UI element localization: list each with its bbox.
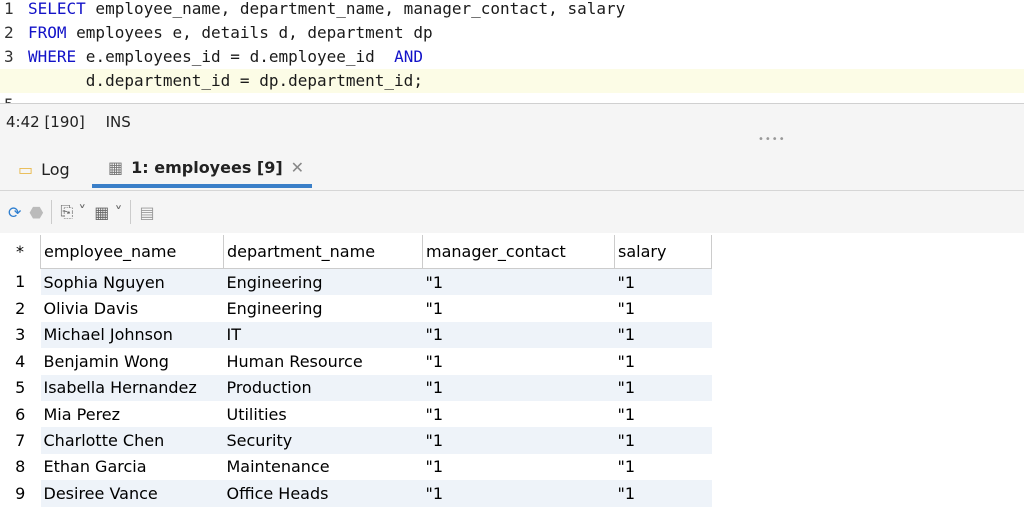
code-line[interactable]: 5 — [0, 93, 1024, 104]
table-cell[interactable]: Security — [224, 427, 423, 453]
table-cell[interactable]: Maintenance — [224, 454, 423, 480]
table-cell[interactable]: Benjamin Wong — [41, 348, 224, 374]
table-cell[interactable]: Sophia Nguyen — [41, 269, 224, 296]
log-icon: ▭ — [18, 155, 33, 185]
results-grid: *employee_namedepartment_namemanager_con… — [0, 235, 1024, 507]
column-header[interactable]: employee_name — [41, 235, 224, 269]
stop-icon[interactable]: ⬣ — [29, 203, 43, 222]
table-cell[interactable]: "1 — [615, 295, 712, 321]
table-row[interactable]: 8Ethan GarciaMaintenance"1"1 — [0, 454, 712, 480]
table-cell[interactable]: "1 — [423, 454, 615, 480]
table-row[interactable]: 4Benjamin WongHuman Resource"1"1 — [0, 348, 712, 374]
table-cell[interactable]: "1 — [423, 322, 615, 348]
table-cell[interactable]: "1 — [615, 322, 712, 348]
code-line[interactable]: 2FROM employees e, details d, department… — [0, 21, 1024, 45]
results-toolbar: ⟳ ⬣ ⎘ ˅ ▦ ˅ ▤ — [0, 191, 1024, 233]
row-number[interactable]: 9 — [0, 480, 41, 506]
table-cell[interactable]: Engineering — [224, 295, 423, 321]
export-icon[interactable]: ⎘ ˅ — [60, 202, 86, 222]
column-header[interactable]: manager_contact — [423, 235, 615, 269]
cursor-position: 4:42 [190] — [6, 113, 85, 131]
row-number[interactable]: 7 — [0, 427, 41, 453]
sql-keyword: WHERE — [28, 47, 76, 66]
sql-keyword: SELECT — [28, 0, 86, 18]
row-number[interactable]: 6 — [0, 401, 41, 427]
row-number[interactable]: 3 — [0, 322, 41, 348]
table-cell[interactable]: "1 — [615, 375, 712, 401]
row-number[interactable]: 4 — [0, 348, 41, 374]
column-header[interactable]: department_name — [224, 235, 423, 269]
sql-keyword: AND — [394, 47, 423, 66]
code-text: employee_name, department_name, manager_… — [86, 0, 625, 18]
table-cell[interactable]: "1 — [615, 401, 712, 427]
table-cell[interactable]: Mia Perez — [41, 401, 224, 427]
refresh-icon[interactable]: ⟳ — [8, 203, 21, 222]
tab-employees[interactable]: ▦ 1: employees [9] ✕ — [92, 152, 312, 188]
sql-editor[interactable]: 1SELECT employee_name, department_name, … — [0, 0, 1024, 104]
table-cell[interactable]: Ethan Garcia — [41, 454, 224, 480]
table-cell[interactable]: "1 — [615, 454, 712, 480]
table-cell[interactable]: "1 — [615, 427, 712, 453]
table-row[interactable]: 9Desiree VanceOffice Heads"1"1 — [0, 480, 712, 506]
view-grid-icon[interactable]: ▦ ˅ — [94, 203, 122, 222]
close-icon[interactable]: ✕ — [291, 153, 304, 183]
table-cell[interactable]: Human Resource — [224, 348, 423, 374]
insert-mode: INS — [106, 113, 131, 131]
table-cell[interactable]: "1 — [423, 269, 615, 296]
table-cell[interactable]: "1 — [423, 348, 615, 374]
table-cell[interactable]: Desiree Vance — [41, 480, 224, 506]
table-cell[interactable]: Office Heads — [224, 480, 423, 506]
table-cell[interactable]: Utilities — [224, 401, 423, 427]
table-cell[interactable]: Production — [224, 375, 423, 401]
table-cell[interactable]: Isabella Hernandez — [41, 375, 224, 401]
divider — [51, 200, 52, 224]
row-number[interactable]: 1 — [0, 269, 41, 296]
column-header[interactable]: salary — [615, 235, 712, 269]
code-line[interactable]: 3WHERE e.employees_id = d.employee_id AN… — [0, 45, 1024, 69]
table-row[interactable]: 6Mia PerezUtilities"1"1 — [0, 401, 712, 427]
table-row[interactable]: 2Olivia DavisEngineering"1"1 — [0, 295, 712, 321]
code-text: d.department_id = dp.department_id; — [28, 71, 423, 90]
table-cell[interactable]: "1 — [615, 480, 712, 506]
code-text: employees e, details d, department dp — [67, 23, 433, 42]
table-cell[interactable]: "1 — [423, 427, 615, 453]
row-number[interactable]: 5 — [0, 375, 41, 401]
table-cell[interactable]: "1 — [615, 348, 712, 374]
table-icon: ▦ — [108, 153, 123, 183]
table-cell[interactable]: Olivia Davis — [41, 295, 224, 321]
table-cell[interactable]: Engineering — [224, 269, 423, 296]
table-cell[interactable]: "1 — [423, 375, 615, 401]
table-cell[interactable]: "1 — [423, 401, 615, 427]
code-line[interactable]: 1SELECT employee_name, department_name, … — [0, 0, 1024, 21]
calculator-icon[interactable]: ▤ — [139, 203, 154, 222]
table-cell[interactable]: Charlotte Chen — [41, 427, 224, 453]
divider — [130, 200, 131, 224]
sql-keyword: FROM — [28, 23, 67, 42]
column-header[interactable]: * — [0, 235, 41, 269]
table-row[interactable]: 7Charlotte ChenSecurity"1"1 — [0, 427, 712, 453]
code-text: e.employees_id = d.employee_id — [76, 47, 394, 66]
code-line[interactable]: 4 d.department_id = dp.department_id; — [0, 69, 1024, 93]
table-row[interactable]: 1Sophia NguyenEngineering"1"1 — [0, 269, 712, 296]
table-cell[interactable]: "1 — [615, 269, 712, 296]
table-cell[interactable]: Michael Johnson — [41, 322, 224, 348]
table-row[interactable]: 3Michael JohnsonIT"1"1 — [0, 322, 712, 348]
table-cell[interactable]: "1 — [423, 295, 615, 321]
row-number[interactable]: 2 — [0, 295, 41, 321]
row-number[interactable]: 8 — [0, 454, 41, 480]
table-cell[interactable]: "1 — [423, 480, 615, 506]
table-row[interactable]: 5Isabella HernandezProduction"1"1 — [0, 375, 712, 401]
status-bar: 4:42 [190] INS — [0, 104, 1024, 140]
results-tabs: ▭ Log ▦ 1: employees [9] ✕ — [0, 140, 1024, 191]
table-cell[interactable]: IT — [224, 322, 423, 348]
line-number: 5 — [4, 93, 18, 104]
tab-log[interactable]: ▭ Log — [18, 152, 70, 188]
